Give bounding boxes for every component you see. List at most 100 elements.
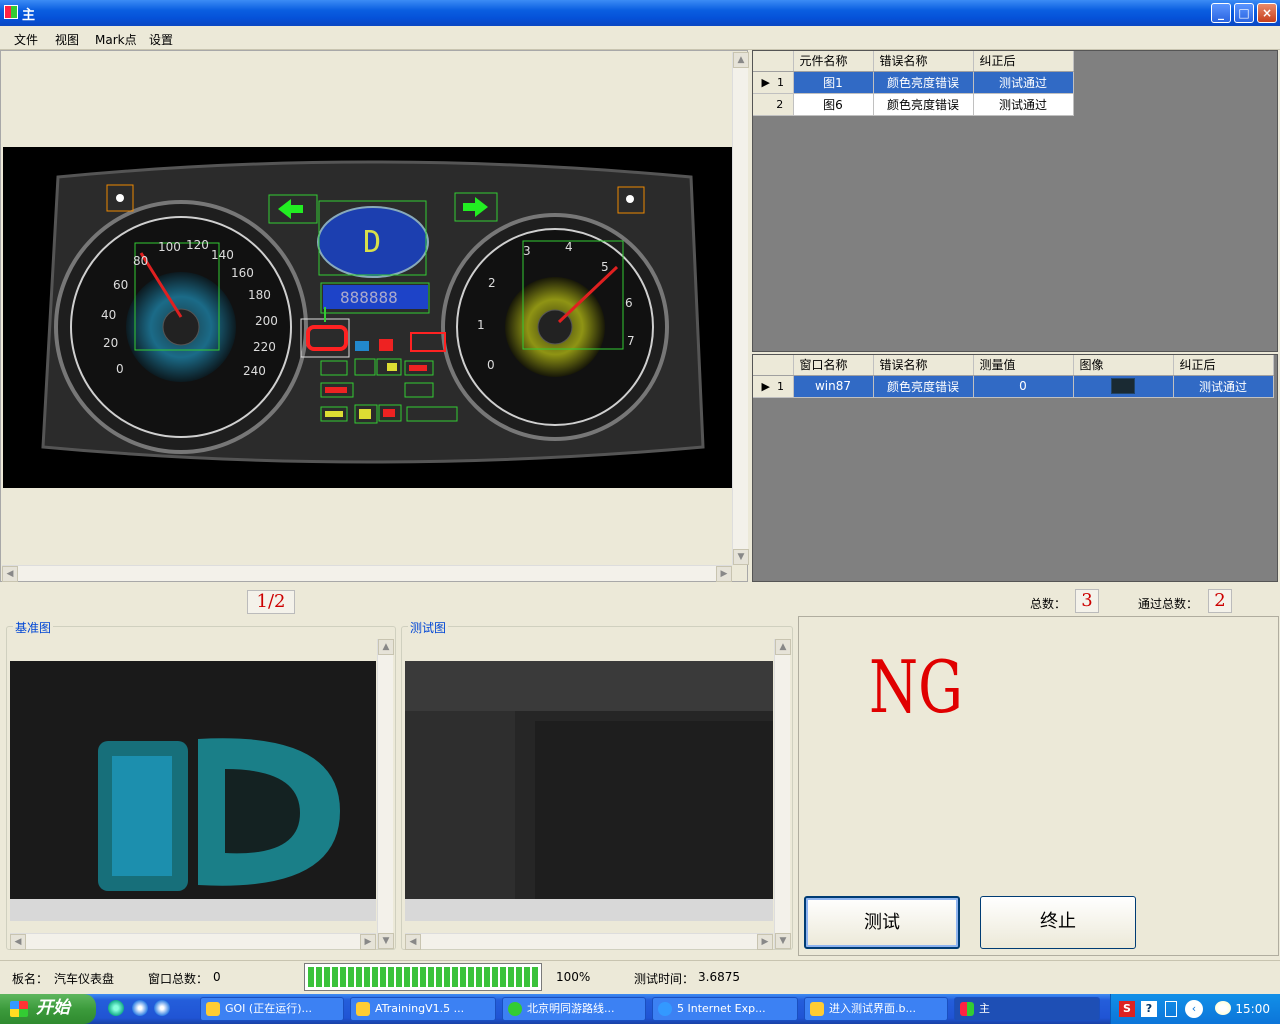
column-header[interactable]: 窗口名称: [793, 355, 874, 376]
svg-text:140: 140: [211, 248, 234, 262]
scroll-up-arrow[interactable]: ▲: [775, 639, 791, 655]
total-label: 总数：: [1030, 597, 1067, 611]
window-error-grid[interactable]: 窗口名称 错误名称 测量值 图像 纠正后 ▶ 1 win87 颜色亮度错误 0 …: [752, 354, 1278, 582]
grid-header: 窗口名称 错误名称 测量值 图像 纠正后: [753, 355, 1274, 376]
row-index[interactable]: 2: [753, 93, 794, 116]
thumbnail-image: [1111, 378, 1135, 394]
quicklaunch-icon[interactable]: [108, 1000, 124, 1016]
page-indicator: 1/2: [247, 590, 295, 614]
test-button[interactable]: 测试: [804, 896, 960, 949]
menu-view[interactable]: 视图: [55, 31, 79, 48]
test-image: [405, 661, 773, 921]
cell-corrected[interactable]: 测试通过: [1173, 375, 1274, 398]
row-index[interactable]: ▶ 1: [753, 71, 794, 94]
network-icon[interactable]: [1165, 1001, 1177, 1017]
taskbar: 开始 GOI (正在运行)... ATrainingV1.5 ... 北京明同游…: [0, 994, 1280, 1024]
input-method-icon[interactable]: S: [1119, 1001, 1135, 1017]
cell-corrected[interactable]: 测试通过: [973, 71, 1074, 94]
svg-text:2: 2: [488, 276, 496, 290]
maximize-button[interactable]: □: [1234, 3, 1254, 23]
taskbar-item[interactable]: 进入测试界面.b...: [804, 997, 948, 1021]
help-icon[interactable]: ?: [1141, 1001, 1157, 1017]
menu-settings[interactable]: 设置: [149, 31, 173, 48]
dashboard-image[interactable]: D 888888 0 20 40 60 80 100 120 140 160 1…: [3, 147, 732, 488]
ie-icon[interactable]: [154, 1000, 170, 1016]
test-time-value: 3.6875: [698, 970, 740, 984]
column-header[interactable]: 测量值: [973, 355, 1074, 376]
scroll-up-arrow[interactable]: ▲: [733, 52, 749, 68]
scroll-left-arrow[interactable]: ◀: [405, 934, 421, 950]
browser-icon: [508, 1002, 522, 1016]
scroll-down-arrow[interactable]: ▼: [378, 933, 394, 949]
stop-button[interactable]: 终止: [980, 896, 1136, 949]
cell-value[interactable]: 0: [973, 375, 1074, 398]
total-count: 3: [1075, 589, 1099, 613]
scroll-left-arrow[interactable]: ◀: [10, 934, 26, 950]
menu-bar: 文件 视图 Mark点 设置: [0, 26, 1280, 50]
reference-vertical-scrollbar[interactable]: ▲ ▼: [377, 639, 394, 949]
cell-name[interactable]: 图1: [793, 71, 874, 94]
weather-icon[interactable]: [1215, 1001, 1231, 1015]
scroll-right-arrow[interactable]: ▶: [360, 934, 376, 950]
scroll-left-arrow[interactable]: ◀: [2, 566, 18, 582]
close-button[interactable]: ×: [1257, 3, 1277, 23]
column-header[interactable]: 错误名称: [873, 355, 974, 376]
app-icon: [4, 5, 18, 19]
cell-error[interactable]: 颜色亮度错误: [873, 93, 974, 116]
app-icon: [960, 1002, 974, 1016]
column-header[interactable]: 错误名称: [873, 51, 974, 72]
scroll-right-arrow[interactable]: ▶: [757, 934, 773, 950]
start-button[interactable]: 开始: [0, 994, 96, 1024]
ie-icon[interactable]: [132, 1000, 148, 1016]
svg-text:120: 120: [186, 238, 209, 252]
taskbar-item[interactable]: ATrainingV1.5 ...: [350, 997, 496, 1021]
table-row[interactable]: ▶ 1 win87 颜色亮度错误 0 测试通过: [753, 375, 1274, 398]
board-image-viewer[interactable]: D 888888 0 20 40 60 80 100 120 140 160 1…: [0, 50, 749, 582]
column-header[interactable]: 纠正后: [1173, 355, 1274, 376]
table-row[interactable]: ▶ 1 图1 颜色亮度错误 测试通过: [753, 71, 1074, 94]
taskbar-item[interactable]: GOI (正在运行)...: [200, 997, 344, 1021]
scroll-up-arrow[interactable]: ▲: [378, 639, 394, 655]
svg-text:7: 7: [627, 334, 635, 348]
passed-count: 2: [1208, 589, 1232, 613]
menu-file[interactable]: 文件: [14, 31, 38, 48]
scroll-down-arrow[interactable]: ▼: [733, 549, 749, 565]
clock[interactable]: 15:00: [1235, 1002, 1270, 1016]
chevron-left-icon[interactable]: ‹: [1185, 1000, 1203, 1018]
test-horizontal-scrollbar[interactable]: ◀ ▶: [405, 933, 773, 950]
row-index[interactable]: ▶ 1: [753, 375, 794, 398]
cell-corrected[interactable]: 测试通过: [973, 93, 1074, 116]
viewer-vertical-scrollbar[interactable]: ▲ ▼: [732, 52, 749, 565]
svg-text:6: 6: [625, 296, 633, 310]
viewer-horizontal-scrollbar[interactable]: ◀ ▶: [2, 565, 732, 582]
table-row[interactable]: 2 图6 颜色亮度错误 测试通过: [753, 93, 1074, 116]
cell-image[interactable]: [1073, 375, 1174, 398]
taskbar-item[interactable]: 北京明同游路线...: [502, 997, 646, 1021]
ie-icon: [658, 1002, 672, 1016]
progress-bar: [304, 963, 542, 991]
cell-window-name[interactable]: win87: [793, 375, 874, 398]
column-header[interactable]: 元件名称: [793, 51, 874, 72]
column-header[interactable]: 图像: [1073, 355, 1174, 376]
scroll-right-arrow[interactable]: ▶: [716, 566, 732, 582]
taskbar-item-active[interactable]: 主: [954, 997, 1100, 1021]
reference-image: [10, 661, 376, 921]
app-icon: [206, 1002, 220, 1016]
row-header-corner: [753, 51, 794, 72]
minimize-button[interactable]: _: [1211, 3, 1231, 23]
test-vertical-scrollbar[interactable]: ▲ ▼: [774, 639, 791, 949]
cell-error[interactable]: 颜色亮度错误: [873, 375, 974, 398]
title-bar: 主 _ □ ×: [0, 0, 1280, 26]
menu-mark[interactable]: Mark点: [95, 31, 137, 48]
component-error-grid[interactable]: 元件名称 错误名称 纠正后 ▶ 1 图1 颜色亮度错误 测试通过 2 图6 颜色…: [752, 50, 1278, 352]
column-header[interactable]: 纠正后: [973, 51, 1074, 72]
taskbar-item[interactable]: 5 Internet Exp...: [652, 997, 798, 1021]
document-icon: [810, 1002, 824, 1016]
cell-name[interactable]: 图6: [793, 93, 874, 116]
status-bar: 板名： 汽车仪表盘 窗口总数： 0 100% 测试时间： 3.6875: [0, 960, 1280, 992]
cell-error[interactable]: 颜色亮度错误: [873, 71, 974, 94]
reference-horizontal-scrollbar[interactable]: ◀ ▶: [10, 933, 376, 950]
svg-text:180: 180: [248, 288, 271, 302]
progress-percent: 100%: [556, 970, 591, 984]
scroll-down-arrow[interactable]: ▼: [775, 933, 791, 949]
